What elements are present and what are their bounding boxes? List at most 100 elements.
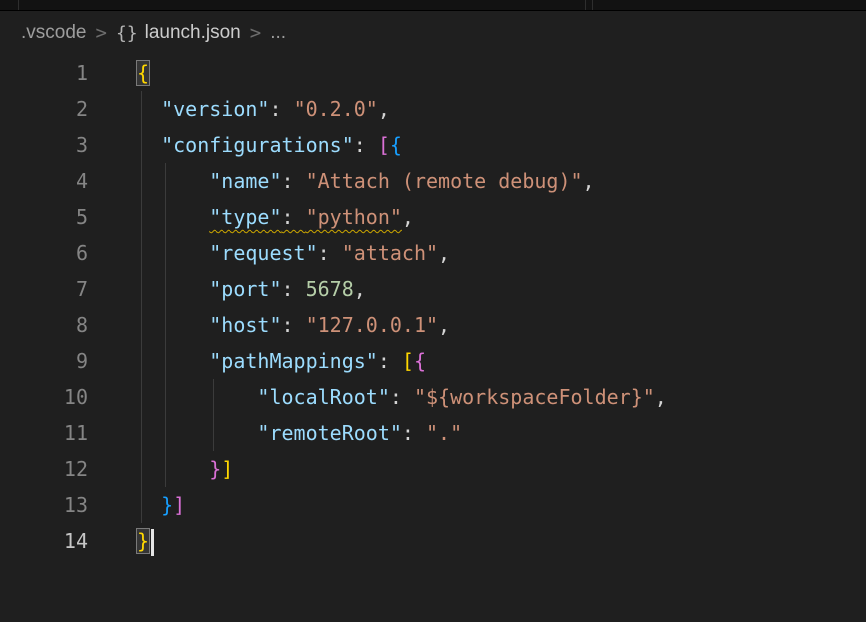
line-number[interactable]: 5 [0, 199, 88, 235]
indent-guide [141, 379, 142, 415]
code-line[interactable]: 10 "localRoot": "${workspaceFolder}", [0, 379, 866, 415]
code-token: "python" [306, 205, 402, 229]
code-token: "." [426, 421, 462, 445]
indent-guide [165, 163, 166, 199]
code-token [137, 349, 209, 373]
line-number[interactable]: 14 [0, 523, 88, 559]
code-line[interactable]: 8 "host": "127.0.0.1", [0, 307, 866, 343]
code-line[interactable]: 13 }] [0, 487, 866, 523]
code-token: "name" [209, 169, 281, 193]
code-token: , [402, 205, 414, 229]
indent-guide [141, 127, 142, 163]
code-token: { [137, 61, 149, 85]
code-token: "attach" [342, 241, 438, 265]
line-number[interactable]: 7 [0, 271, 88, 307]
code-line[interactable]: 3 "configurations": [{ [0, 127, 866, 163]
code-text: "pathMappings": [{ [137, 343, 866, 379]
code-token: [ [402, 349, 414, 373]
indent-guide [213, 379, 214, 415]
editor[interactable]: 1{2 "version": "0.2.0",3 "configurations… [0, 55, 866, 559]
code-token: : [354, 133, 378, 157]
code-line[interactable]: 2 "version": "0.2.0", [0, 91, 866, 127]
code-token: , [438, 313, 450, 337]
code-token [137, 205, 209, 229]
code-token: 5678 [306, 277, 354, 301]
indent-guide [141, 199, 142, 235]
code-token: "remoteRoot" [257, 421, 402, 445]
line-number[interactable]: 9 [0, 343, 88, 379]
code-token: { [414, 349, 426, 373]
code-lines: 1{2 "version": "0.2.0",3 "configurations… [0, 55, 866, 559]
code-text: "port": 5678, [137, 271, 866, 307]
code-line[interactable]: 12 }] [0, 451, 866, 487]
indent-guide [141, 487, 142, 523]
breadcrumb: .vscode > {} launch.json > ... [0, 11, 866, 55]
code-token [137, 385, 257, 409]
code-line[interactable]: 11 "remoteRoot": "." [0, 415, 866, 451]
tab-bar-edge [0, 0, 866, 11]
code-token: "pathMappings" [209, 349, 378, 373]
code-line[interactable]: 14} [0, 523, 866, 559]
code-token: "port" [209, 277, 281, 301]
code-token [137, 169, 209, 193]
line-number[interactable]: 3 [0, 127, 88, 163]
code-line[interactable]: 6 "request": "attach", [0, 235, 866, 271]
code-token: "Attach (remote debug)" [306, 169, 583, 193]
line-number[interactable]: 6 [0, 235, 88, 271]
code-token: , [354, 277, 366, 301]
code-token: : [282, 313, 306, 337]
code-token: : [402, 421, 426, 445]
code-token: : [318, 241, 342, 265]
code-token: , [438, 241, 450, 265]
code-text: }] [137, 487, 866, 523]
line-number[interactable]: 10 [0, 379, 88, 415]
code-text: "localRoot": "${workspaceFolder}", [137, 379, 866, 415]
indent-guide [165, 235, 166, 271]
chevron-right-icon: > [250, 22, 261, 44]
code-line[interactable]: 4 "name": "Attach (remote debug)", [0, 163, 866, 199]
indent-guide [141, 271, 142, 307]
line-number[interactable]: 8 [0, 307, 88, 343]
code-text: "name": "Attach (remote debug)", [137, 163, 866, 199]
indent-guide [141, 235, 142, 271]
line-number[interactable]: 11 [0, 415, 88, 451]
code-token: { [390, 133, 402, 157]
line-number[interactable]: 1 [0, 55, 88, 91]
code-text: { [137, 55, 866, 91]
code-token: ] [221, 457, 233, 481]
code-token: : [282, 205, 306, 229]
code-line[interactable]: 1{ [0, 55, 866, 91]
indent-guide [141, 91, 142, 127]
line-number[interactable]: 2 [0, 91, 88, 127]
code-token: : [390, 385, 414, 409]
code-token: , [583, 169, 595, 193]
line-number[interactable]: 13 [0, 487, 88, 523]
code-line[interactable]: 7 "port": 5678, [0, 271, 866, 307]
breadcrumb-symbol-ellipsis[interactable]: ... [270, 22, 286, 44]
code-text: "remoteRoot": "." [137, 415, 866, 451]
code-token: "0.2.0" [294, 97, 378, 121]
code-text: "host": "127.0.0.1", [137, 307, 866, 343]
indent-guide [141, 415, 142, 451]
code-text: "version": "0.2.0", [137, 91, 866, 127]
code-token [137, 421, 257, 445]
line-number[interactable]: 4 [0, 163, 88, 199]
code-token [137, 277, 209, 301]
code-token: "localRoot" [257, 385, 389, 409]
code-token: , [655, 385, 667, 409]
code-text: } [137, 523, 866, 559]
breadcrumb-file[interactable]: launch.json [145, 22, 241, 44]
code-token: "127.0.0.1" [306, 313, 438, 337]
line-number[interactable]: 12 [0, 451, 88, 487]
indent-guide [165, 199, 166, 235]
code-text: }] [137, 451, 866, 487]
code-line[interactable]: 9 "pathMappings": [{ [0, 343, 866, 379]
code-token: ] [173, 493, 185, 517]
breadcrumb-folder[interactable]: .vscode [21, 22, 86, 44]
code-line[interactable]: 5 "type": "python", [0, 199, 866, 235]
indent-guide [141, 307, 142, 343]
tab-separator [592, 0, 593, 10]
code-token: : [282, 277, 306, 301]
code-token: [ [378, 133, 390, 157]
code-text: "type": "python", [137, 199, 866, 235]
